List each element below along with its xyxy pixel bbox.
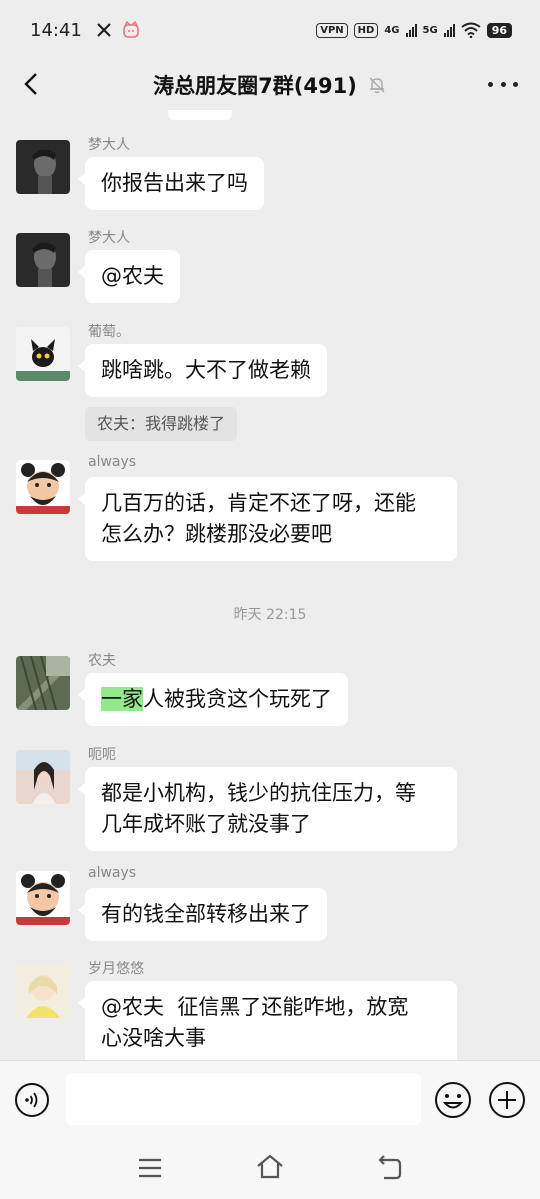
cat-app-icon	[123, 21, 139, 38]
status-bar: 14:41 VPN HD 4G 5G 96	[0, 0, 540, 60]
message-bubble[interactable]: 都是小机构，钱少的抗住压力，等 几年成坏账了就没事了	[78, 767, 457, 851]
voice-icon[interactable]	[14, 1082, 50, 1118]
chat-header: 涛总朋友圈7群(491)	[0, 60, 540, 110]
sender-name: 梦大人	[88, 137, 130, 153]
quoted-message[interactable]: 农夫：我得跳楼了	[85, 407, 238, 441]
message-bubble[interactable]: 有的钱全部转移出来了	[78, 888, 327, 941]
message-bubble[interactable]: @农夫 征信黑了还能咋地，放宽 心没啥大事	[78, 981, 457, 1060]
battery-indicator: 96	[486, 22, 512, 38]
status-time: 14:41	[30, 19, 82, 41]
emoji-icon[interactable]	[434, 1081, 472, 1119]
back-arrow-icon[interactable]	[18, 69, 48, 99]
system-navigation-bar	[0, 1138, 540, 1199]
highlighted-text: 一家	[101, 687, 143, 711]
x-logo-icon	[97, 23, 111, 37]
partial-bubble	[168, 110, 232, 120]
chat-title: 涛总朋友圈7群(491)	[153, 74, 357, 98]
avatar[interactable]	[16, 964, 70, 1018]
message-bubble[interactable]: @农夫	[78, 250, 180, 303]
vpn-badge: VPN	[316, 22, 348, 38]
wifi-icon	[461, 22, 481, 38]
avatar[interactable]	[16, 233, 70, 287]
mute-bell-icon	[369, 77, 385, 94]
chat-input-bar	[0, 1060, 540, 1138]
avatar[interactable]	[16, 871, 70, 925]
sender-name: 呃呃	[88, 747, 116, 763]
sender-name: always	[88, 454, 137, 470]
sender-name: 岁月悠悠	[88, 961, 144, 977]
network-4g: 4G	[384, 24, 400, 36]
avatar[interactable]	[16, 140, 70, 194]
message-bubble[interactable]: 几百万的话，肯定不还了呀，还能 怎么办？跳楼那没必要吧	[78, 477, 457, 561]
sender-name: always	[88, 865, 137, 881]
avatar[interactable]	[16, 656, 70, 710]
message-bubble[interactable]: 你报告出来了吗	[78, 157, 264, 210]
home-icon[interactable]	[255, 1152, 285, 1182]
sender-name: 葡萄。	[88, 324, 130, 340]
avatar[interactable]	[16, 750, 70, 804]
more-icon[interactable]	[488, 72, 518, 96]
avatar[interactable]	[16, 327, 70, 381]
network-5g: 5G	[422, 24, 438, 36]
plus-icon[interactable]	[488, 1081, 526, 1119]
message-input[interactable]	[66, 1073, 421, 1125]
sender-name: 梦大人	[88, 230, 130, 246]
signal-icon	[405, 23, 417, 37]
message-bubble[interactable]: 一家人被我贪这个玩死了	[78, 673, 348, 726]
message-bubble[interactable]: 跳啥跳。大不了做老赖	[78, 344, 327, 397]
time-divider: 昨天 22:15	[233, 607, 307, 623]
sender-name: 农夫	[88, 653, 116, 669]
hd-badge: HD	[353, 22, 379, 38]
back-icon[interactable]	[376, 1154, 404, 1182]
signal-icon-2	[443, 23, 455, 37]
chat-message-list[interactable]: 梦大人 你报告出来了吗 梦大人 @农夫 葡萄。 跳啥跳。大不了做老赖 农夫：我得…	[0, 110, 540, 1060]
menu-icon[interactable]	[137, 1156, 163, 1180]
avatar[interactable]	[16, 460, 70, 514]
